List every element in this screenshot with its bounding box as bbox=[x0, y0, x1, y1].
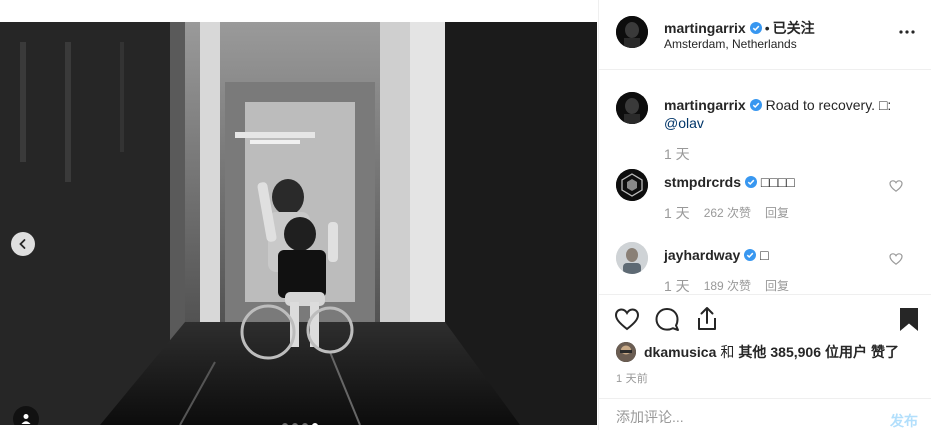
likes-connector: 和 bbox=[720, 344, 735, 360]
comment-text: □□□□ bbox=[760, 174, 795, 190]
carousel-indicator bbox=[282, 423, 318, 425]
reply-button[interactable]: 回复 bbox=[765, 203, 789, 223]
avatar-image bbox=[616, 169, 648, 201]
following-button[interactable]: 已关注 bbox=[773, 20, 815, 36]
like-comment-heart-icon[interactable] bbox=[889, 179, 903, 193]
author-username[interactable]: martingarrix bbox=[664, 20, 746, 36]
user-icon bbox=[21, 414, 31, 424]
comment-username[interactable]: stmpdrcrds bbox=[664, 174, 741, 190]
comment-text: □ bbox=[760, 247, 769, 263]
likes-others-label[interactable]: 其他 bbox=[738, 342, 766, 362]
author-line: martingarrix • 已关注 bbox=[664, 18, 815, 38]
previous-slide-button[interactable] bbox=[11, 232, 35, 256]
comment-body: martingarrix Road to recovery. □: @olav bbox=[664, 96, 894, 132]
comments-list[interactable]: martingarrix Road to recovery. □: @olav 1… bbox=[599, 71, 931, 293]
like-heart-icon[interactable] bbox=[613, 305, 641, 333]
post-actions-bar bbox=[599, 294, 931, 342]
verified-badge-icon bbox=[749, 99, 762, 111]
commenter-avatar[interactable] bbox=[616, 169, 648, 201]
comment-meta: 1 天 189 次赞 回复 bbox=[664, 276, 789, 293]
commenter-avatar[interactable] bbox=[616, 92, 648, 124]
comment-like-count[interactable]: 262 次赞 bbox=[704, 203, 751, 223]
comment-text-end: : bbox=[887, 97, 892, 113]
comment-item: stmpdrcrds □□□□ 1 天 262 次赞 回复 bbox=[616, 169, 916, 239]
author-avatar[interactable] bbox=[616, 16, 648, 48]
comment-body: jayhardway □ bbox=[664, 246, 894, 264]
comment-body: stmpdrcrds □□□□ bbox=[664, 173, 894, 191]
comment-meta: 1 天 262 次赞 回复 bbox=[664, 203, 789, 223]
avatar-image bbox=[616, 342, 636, 362]
carousel-dot bbox=[302, 423, 308, 425]
verified-badge-icon bbox=[744, 249, 757, 261]
share-upload-icon[interactable] bbox=[693, 305, 721, 333]
more-options-button[interactable] bbox=[896, 22, 918, 42]
post-image[interactable] bbox=[0, 22, 597, 425]
post-location[interactable]: Amsterdam, Netherlands bbox=[664, 37, 797, 51]
caption-comment: martingarrix Road to recovery. □: @olav 1… bbox=[616, 92, 916, 172]
like-comment-heart-icon[interactable] bbox=[889, 252, 903, 266]
verified-badge-icon bbox=[745, 176, 758, 188]
avatar-image bbox=[616, 92, 648, 124]
more-horizontal-icon bbox=[899, 30, 915, 34]
likes-action: 赞了 bbox=[870, 344, 899, 360]
comment-meta: 1 天 bbox=[664, 144, 690, 164]
photo-scene bbox=[0, 22, 597, 425]
separator-dot: • bbox=[764, 20, 770, 36]
post-comment-button[interactable]: 发布 bbox=[890, 411, 918, 430]
reply-button[interactable]: 回复 bbox=[765, 276, 789, 293]
comment-time[interactable]: 1 天 bbox=[664, 144, 690, 164]
avatar-image bbox=[616, 242, 648, 274]
comment-like-count[interactable]: 189 次赞 bbox=[704, 276, 751, 293]
liker-avatar[interactable] bbox=[616, 342, 636, 362]
commenter-avatar[interactable] bbox=[616, 242, 648, 274]
bookmark-saved-icon[interactable] bbox=[895, 305, 923, 333]
add-comment-section: 发布 bbox=[599, 398, 931, 430]
post-timestamp[interactable]: 1 天前 bbox=[616, 370, 648, 386]
likes-summary: dkamusica 和 其他 385,906 位用户 赞了 bbox=[616, 342, 899, 362]
verified-badge-icon bbox=[749, 22, 762, 34]
comment-time[interactable]: 1 天 bbox=[664, 203, 690, 223]
liker-username[interactable]: dkamusica bbox=[644, 344, 716, 360]
mention-link[interactable]: @olav bbox=[664, 115, 704, 131]
carousel-dot bbox=[312, 423, 318, 425]
carousel-dot bbox=[292, 423, 298, 425]
comment-item: jayhardway □ 1 天 189 次赞 回复 bbox=[616, 242, 916, 293]
comment-username[interactable]: martingarrix bbox=[664, 97, 746, 113]
tagged-users-button[interactable] bbox=[13, 406, 39, 425]
post-details-panel: martingarrix • 已关注 Amsterdam, Netherlands … bbox=[598, 0, 931, 430]
avatar-image bbox=[616, 16, 648, 48]
comment-text: Road to recovery. bbox=[765, 97, 879, 113]
likes-suffix[interactable]: 位用户 bbox=[825, 342, 867, 362]
likes-count[interactable]: 385,906 bbox=[770, 344, 821, 360]
comment-input[interactable] bbox=[616, 409, 866, 425]
chevron-left-icon bbox=[19, 239, 26, 249]
post-header: martingarrix • 已关注 Amsterdam, Netherlands bbox=[599, 0, 931, 70]
comment-bubble-icon[interactable] bbox=[653, 305, 681, 333]
carousel-dot bbox=[282, 423, 288, 425]
comment-username[interactable]: jayhardway bbox=[664, 247, 740, 263]
comment-time[interactable]: 1 天 bbox=[664, 276, 690, 293]
